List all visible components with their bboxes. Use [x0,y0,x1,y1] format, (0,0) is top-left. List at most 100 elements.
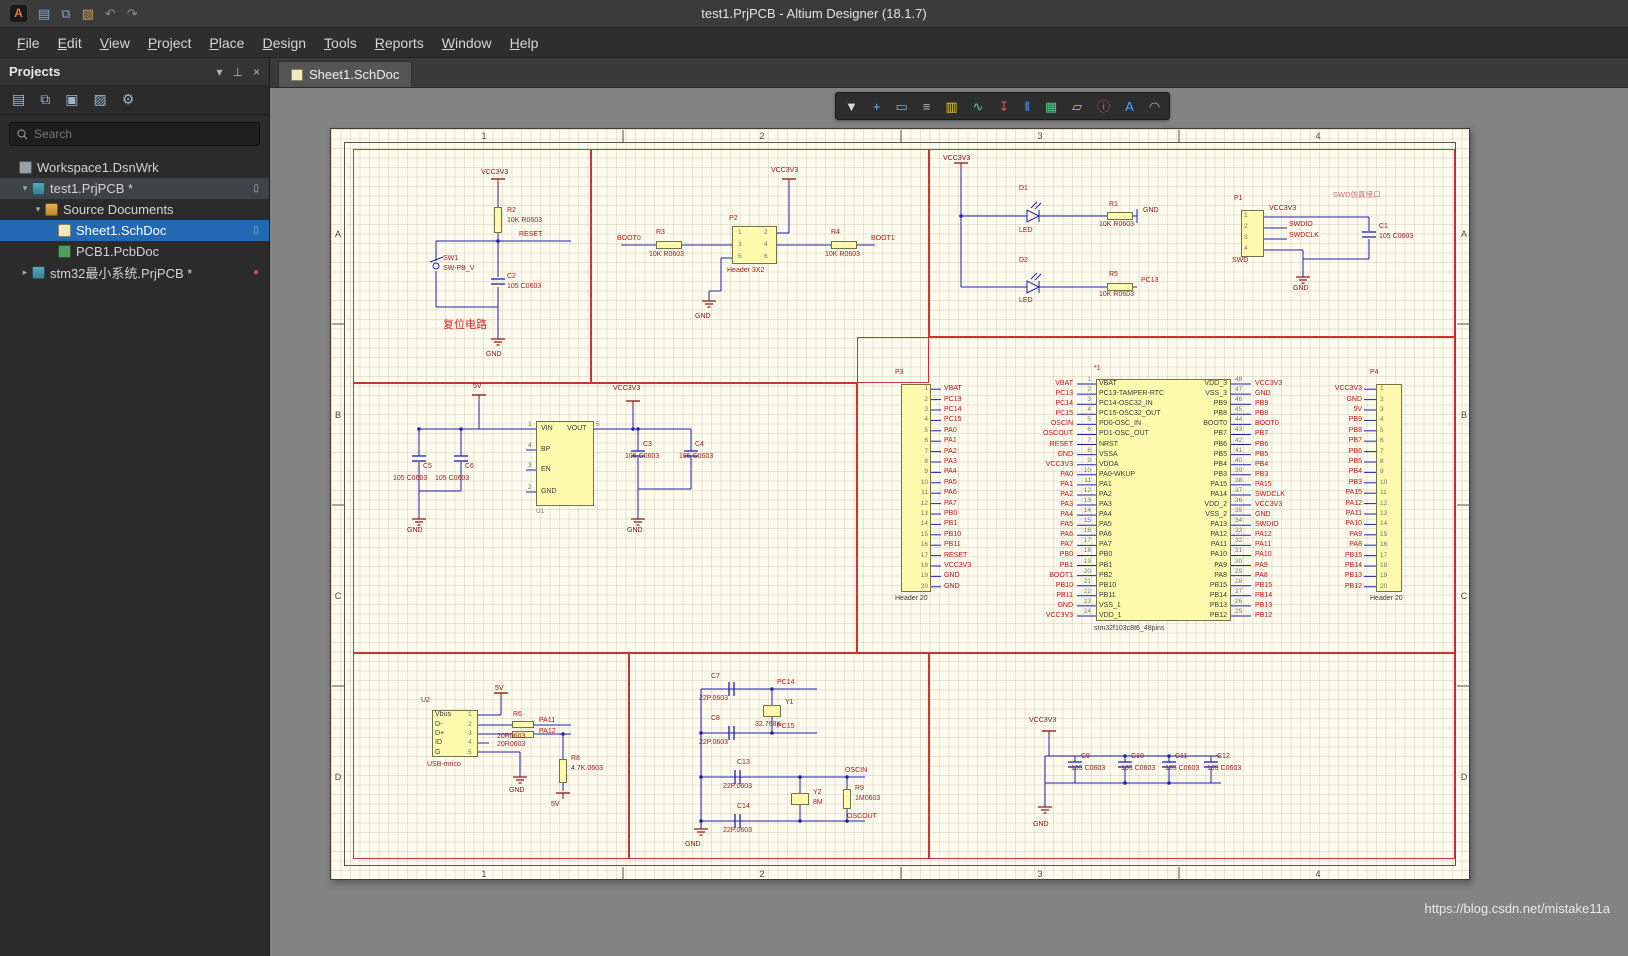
component-body[interactable] [512,721,534,728]
columns-icon[interactable]: ▥ [945,100,957,113]
save-icon[interactable]: ▤ [38,7,50,20]
net-label: PA4 [944,468,957,476]
menu-item-reports[interactable]: Reports [366,31,433,55]
net-label: BOOT0 [617,235,641,242]
save-all-icon[interactable]: ⧉ [40,91,50,108]
component-body[interactable] [559,759,567,783]
tree-item[interactable]: Workspace1.DsnWrk [0,157,269,178]
menu-item-design[interactable]: Design [253,31,315,55]
search-box[interactable] [9,122,260,146]
pin-name-label: PA15 [1210,480,1227,488]
pin-number: 21 [1083,577,1091,585]
info-icon[interactable]: ⓘ [1097,100,1110,113]
net-label: OSCIN [845,767,868,774]
designator-label: R6 [513,711,522,718]
tag-icon[interactable]: ▱ [1072,100,1082,113]
close-icon[interactable]: × [253,65,260,79]
designator-label: 4.7K.0603 [571,765,603,772]
title-bar: A ▤ ⧉ ▨ ↶ ↷ test1.PrjPCB - Altium Designer (1… [0,0,1628,28]
component-body[interactable] [791,793,809,805]
menu-item-window[interactable]: Window [433,31,501,55]
component-body[interactable] [494,207,502,233]
chevron-right-icon[interactable]: ▸ [19,267,31,278]
component-body[interactable] [1107,283,1133,291]
chevron-down-icon[interactable]: ▾ [32,204,44,215]
open-document-icon[interactable]: ▣ [65,91,78,108]
probe-icon[interactable]: ↧ [999,100,1010,113]
signal-wave-icon[interactable]: ∿ [973,100,984,113]
pin-number: 17 [920,551,928,559]
component-body[interactable] [901,384,931,592]
doc-tab[interactable]: Sheet1.SchDoc [278,61,413,87]
align-icon[interactable]: ≡ [923,100,931,113]
text-icon[interactable]: A [1125,100,1134,113]
designator-label: P3 [895,369,904,376]
net-label: PA11 [539,717,556,724]
pin-name-label: PB13 [1209,601,1227,609]
pin-number: 1 [738,229,742,236]
pin-number: 4 [1244,245,1248,252]
menu-item-place[interactable]: Place [200,31,253,55]
component-body[interactable] [831,241,857,249]
menu-item-tools[interactable]: Tools [315,31,366,55]
menu-item-edit[interactable]: Edit [49,31,91,55]
open-project-icon[interactable]: ▨ [93,91,106,108]
schematic-sheet[interactable]: 1 1 2 2 3 3 4 4 A A B B C C D D VCC3V3 R2 10K R0603 RESET SW… [330,128,1470,880]
net-label: PC15 [944,416,962,424]
tree-item[interactable]: PCB1.PcbDoc [0,241,269,262]
settings-icon[interactable]: ⚙ [122,91,135,108]
designator-label: C8 [711,715,720,722]
pin-name-label: VSS_1 [1099,601,1121,609]
tree-item[interactable]: ▾ Source Documents [0,199,269,220]
tree-item[interactable]: ▾ test1.PrjPCB * ▯ [0,178,269,199]
tree-item-label: Workspace1.DsnWrk [37,160,159,175]
pin-icon[interactable]: ⊥ [233,65,243,79]
net-label: PC14 [944,406,962,413]
menu-item-view[interactable]: View [91,31,139,55]
pin-name-label: VBAT [1099,380,1117,388]
net-label: PB5 [1348,458,1362,465]
frame-label: B [334,409,341,420]
frame-label: 4 [1315,131,1321,141]
window-title: test1.PrjPCB - Altium Designer (18.1.7) [701,6,927,21]
net-label: PA5 [944,478,957,486]
component-body[interactable] [763,705,781,717]
save-all-icon[interactable]: ⧉ [61,7,70,20]
search-input[interactable] [34,127,252,141]
pin-number: 34 [1235,517,1243,525]
schematic-canvas[interactable]: ▼ + ▭ ≡ ▥ ∿ ↧ ‖ ▦ ▱ ⓘ A ◠ 1 1 2 2 3 3 4 4 A A B B C C D D VCC3V3 R2 10… [270,88,1628,956]
redo-icon[interactable]: ↷ [127,7,138,20]
designator-label: C3 [643,441,652,448]
save-icon[interactable]: ▤ [12,91,25,108]
component-body[interactable] [656,241,682,249]
pin-number: 3 [924,406,928,413]
menu-item-help[interactable]: Help [501,31,548,55]
net-label: GND [1057,601,1073,609]
tree-item[interactable]: Sheet1.SchDoc ▯ [0,220,269,241]
measure-icon[interactable]: ‖ [1024,100,1029,113]
undo-icon[interactable]: ↶ [105,7,116,20]
dropdown-icon[interactable]: ▾ [217,65,223,79]
chip-icon[interactable]: ▦ [1045,100,1057,113]
filter-icon[interactable]: ▼ [845,100,858,113]
pin-number: 1 [528,421,532,428]
pin-number: 24 [1083,607,1091,615]
chevron-down-icon[interactable]: ▾ [19,183,31,194]
menu-item-project[interactable]: Project [139,31,201,55]
power-label: VCC3V3 [943,155,971,162]
power-label: GND [509,787,525,794]
selection-marquee-icon[interactable]: ▭ [895,100,907,113]
projects-tree: Workspace1.DsnWrk ▾ test1.PrjPCB * ▯ ▾ Source… [0,153,269,956]
component-body[interactable] [1107,212,1133,220]
component-body[interactable] [843,789,851,809]
tree-item[interactable]: ▸ stm32最小系统.PrjPCB * ● [0,262,269,283]
menu-item-file[interactable]: File [8,31,49,55]
pin-name-label: GND [541,488,557,495]
move-cursor-icon[interactable]: + [873,100,881,113]
component-body[interactable] [1376,384,1402,592]
net-label: VCC3V3 [1255,501,1283,509]
open-folder-icon[interactable]: ▨ [82,7,94,20]
altium-logo-icon[interactable]: A [10,5,27,22]
pin-name-label: VDD_3 [1204,380,1227,388]
arc-icon[interactable]: ◠ [1149,100,1160,113]
